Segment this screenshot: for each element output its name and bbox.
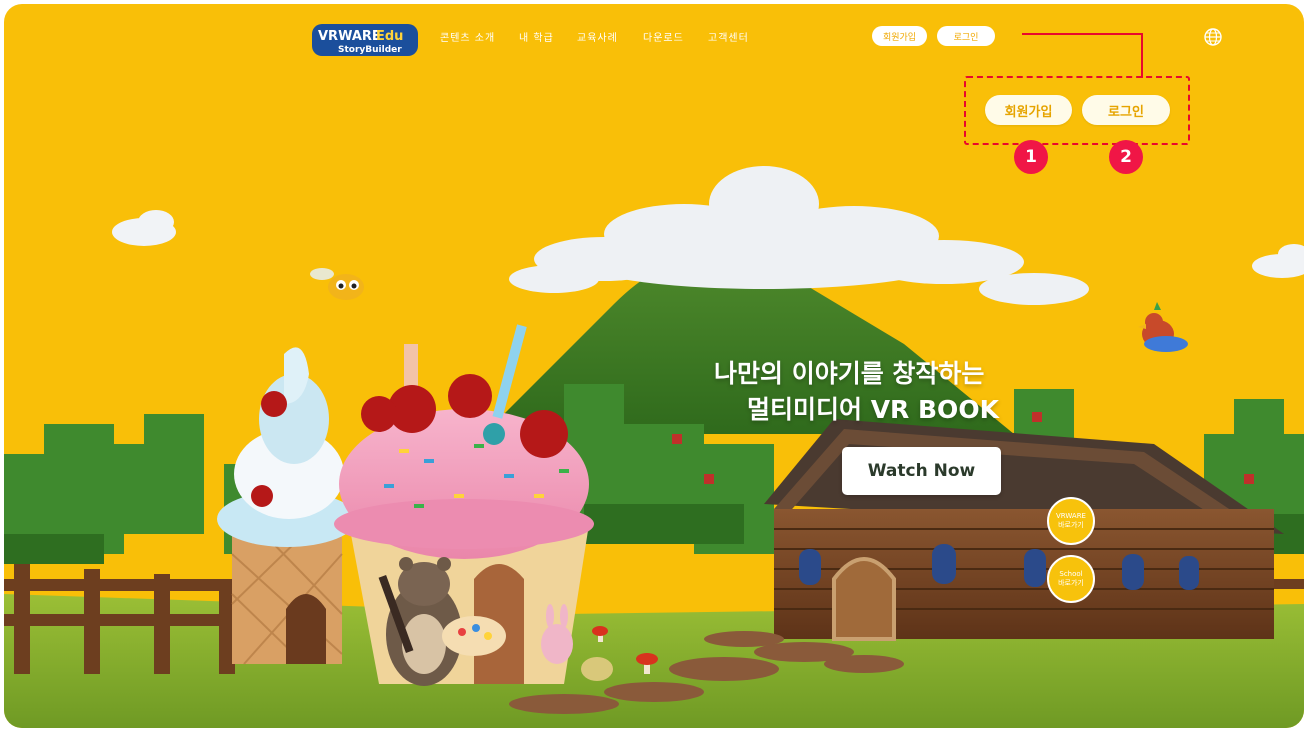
nav-item-my-class[interactable]: 내 학급 (519, 29, 554, 44)
school-shortcut-button[interactable]: School 바로가기 (1047, 555, 1095, 603)
signup-button[interactable]: 회원가입 (872, 26, 927, 46)
login-button[interactable]: 로그인 (937, 26, 995, 46)
browser-frame: VRWARE Edu StoryBuilder 콘텐츠 소개 내 학급 교육사례… (4, 4, 1304, 728)
callout-connector-horizontal (1022, 33, 1143, 35)
school-shortcut-title: School (1059, 570, 1083, 578)
ice-cream-house (217, 347, 357, 665)
signup-button-zoomed[interactable]: 회원가입 (985, 95, 1072, 125)
bee-character (310, 268, 364, 300)
vrware-edu-storybuilder-logo[interactable]: VRWARE Edu StoryBuilder (312, 22, 418, 58)
svg-text:Edu: Edu (376, 29, 403, 44)
hero-title-line-1: 나만의 이야기를 창작하는 (714, 359, 985, 388)
school-shortcut-sub: 바로가기 (1058, 579, 1084, 587)
callout-connector-vertical (1141, 33, 1143, 78)
vrware-shortcut-sub: 바로가기 (1058, 521, 1084, 529)
watch-now-button[interactable]: Watch Now (842, 447, 1001, 495)
top-navigation: VRWARE Edu StoryBuilder 콘텐츠 소개 내 학급 교육사례… (4, 4, 1304, 74)
vrware-shortcut-button[interactable]: VRWARE 바로가기 (1047, 497, 1095, 545)
nav-item-download[interactable]: 다운로드 (643, 29, 684, 44)
globe-icon[interactable] (1204, 28, 1222, 46)
cloud (509, 166, 1089, 305)
hero-title-line-2: 멀티미디어 VR BOOK (747, 395, 999, 424)
svg-text:VRWARE: VRWARE (318, 29, 381, 44)
nav-item-customer-center[interactable]: 고객센터 (708, 29, 749, 44)
step-badge-1: 1 (1014, 140, 1048, 174)
svg-text:StoryBuilder: StoryBuilder (338, 45, 402, 55)
login-button-zoomed[interactable]: 로그인 (1082, 95, 1170, 125)
vrware-shortcut-title: VRWARE (1056, 512, 1086, 520)
bird-character (1138, 302, 1188, 352)
step-badge-2: 2 (1109, 140, 1143, 174)
nav-item-education-cases[interactable]: 교육사례 (577, 29, 618, 44)
nav-item-content-intro[interactable]: 콘텐츠 소개 (440, 29, 495, 44)
